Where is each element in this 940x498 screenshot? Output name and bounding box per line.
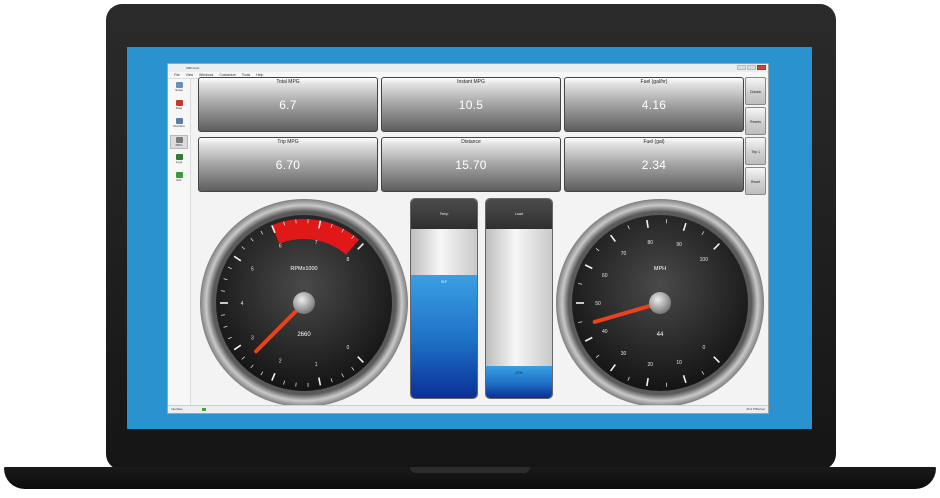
minimize-button[interactable] [737, 65, 746, 70]
tile-fuel-used: Fuel (gal) 2.34 [564, 137, 744, 192]
tile-label: Fuel (gal) [643, 139, 665, 145]
menu-view[interactable]: View [186, 72, 194, 78]
tile-instant-mpg: Instant MPG 10.5 [381, 77, 561, 132]
tick-label: 30 [621, 351, 627, 357]
window-title: OBD Auto [186, 66, 200, 70]
tile-distance: Distance 15.70 [381, 137, 561, 192]
tile-value: 15.70 [455, 158, 487, 172]
button-label: Trip 1 [751, 150, 760, 154]
tick-label: 6 [279, 244, 282, 250]
button-label: Reset [750, 180, 761, 184]
sidebar: Setup Diag Monitors MPG Logs Exit [168, 79, 191, 406]
tile-label: Total MPG [276, 79, 300, 85]
bar-value: 21% [515, 370, 523, 375]
tick-label: 8 [346, 257, 349, 263]
gauge-hub [649, 292, 671, 314]
maximize-button[interactable] [747, 65, 756, 70]
rpm-gauge: 0 1 2 3 4 5 6 7 8 RPMx1000 2660 [200, 199, 408, 407]
sidebar-item-monitors[interactable]: Monitors [170, 117, 188, 131]
app-window: OBD Auto File View Windows Customize Too… [167, 63, 769, 414]
gauge-hub [293, 292, 315, 314]
tile-trip-mpg: Trip MPG 6.70 [198, 137, 378, 192]
tile-value: 6.70 [275, 158, 301, 172]
gauge-title: MPH [654, 266, 666, 272]
bar-track: 91F [411, 229, 477, 398]
resets-button[interactable]: Resets [745, 107, 766, 135]
tick-label: 0 [702, 345, 705, 351]
laptop-hinge-notch [410, 467, 530, 473]
tile-value: 10.5 [458, 98, 484, 112]
tick-label: 80 [648, 240, 654, 246]
load-bar-gauge: Load 21% [485, 198, 553, 399]
tile-total-mpg: Total MPG 6.7 [198, 77, 378, 132]
sidebar-item-label: Monitors [173, 124, 185, 128]
status-bar: Interface 26.4 PIDs/sec [168, 405, 768, 413]
bar-header: Temp [411, 199, 477, 229]
sidebar-item-exit[interactable]: Exit [170, 171, 188, 185]
tile-value: 2.34 [641, 158, 667, 172]
tick-label: 60 [602, 273, 608, 279]
button-label: Classic [749, 90, 762, 94]
tick-label: 20 [648, 362, 654, 368]
tick-label: 4 [241, 301, 244, 307]
reset-button[interactable]: Reset [745, 167, 766, 195]
button-label: Resets [750, 120, 761, 124]
gauge-readout: 44 [657, 332, 664, 338]
bar-title: Load [515, 212, 523, 216]
tick-label: 50 [595, 301, 601, 307]
laptop-base [4, 467, 936, 489]
trip-1-button[interactable]: Trip 1 [745, 137, 766, 165]
status-pid-rate: 26.4 PIDs/sec [746, 407, 765, 411]
tick-label: 70 [621, 251, 627, 257]
tile-value: 4.16 [641, 98, 667, 112]
tile-label: Fuel (gal/hr) [640, 79, 668, 85]
sidebar-item-logs[interactable]: Logs [170, 153, 188, 167]
sidebar-item-diag[interactable]: Diag [170, 99, 188, 113]
speed-gauge: 0 10 20 30 40 50 60 70 80 90 100 MPH 44 [556, 199, 764, 407]
sidebar-item-label: Setup [175, 88, 183, 92]
close-button[interactable] [757, 65, 766, 70]
tick-label: 100 [700, 257, 709, 263]
bar-fill [411, 274, 477, 398]
bar-track: 21% [486, 229, 552, 398]
tick-label: 5 [251, 267, 254, 273]
menu-file[interactable]: File [174, 72, 180, 78]
sidebar-item-label: Exit [176, 178, 182, 182]
tick-label: 90 [676, 242, 682, 248]
bar-title: Temp [439, 212, 449, 216]
sidebar-item-label: Diag [175, 106, 183, 110]
tick-label: 0 [346, 345, 349, 351]
tick-label: 40 [602, 329, 608, 335]
tile-label: Instant MPG [457, 79, 485, 85]
sidebar-item-label: Logs [175, 160, 183, 164]
tile-label: Trip MPG [277, 139, 299, 145]
classic-button[interactable]: Classic [745, 77, 766, 105]
tick-label: 10 [676, 360, 682, 366]
window-controls [737, 65, 766, 70]
bar-value: 91F [440, 279, 448, 284]
sidebar-item-setup[interactable]: Setup [170, 81, 188, 95]
tick-label: 2 [279, 358, 282, 364]
tile-fuel-rate: Fuel (gal/hr) 4.16 [564, 77, 744, 132]
tick-label: 7 [315, 240, 318, 246]
connection-indicator [202, 408, 206, 411]
gauge-readout: 2660 [297, 332, 311, 338]
tick-label: 3 [251, 335, 254, 341]
status-interface: Interface [171, 407, 183, 411]
tile-label: Distance [461, 139, 481, 145]
temp-bar-gauge: Temp 91F [410, 198, 478, 399]
bar-header: Load [486, 199, 552, 229]
sidebar-item-mpg[interactable]: MPG [170, 135, 188, 149]
sidebar-item-label: MPG [175, 143, 183, 147]
tile-value: 6.7 [279, 98, 297, 112]
gauge-title: RPMx1000 [290, 266, 317, 272]
tick-label: 1 [315, 362, 318, 368]
